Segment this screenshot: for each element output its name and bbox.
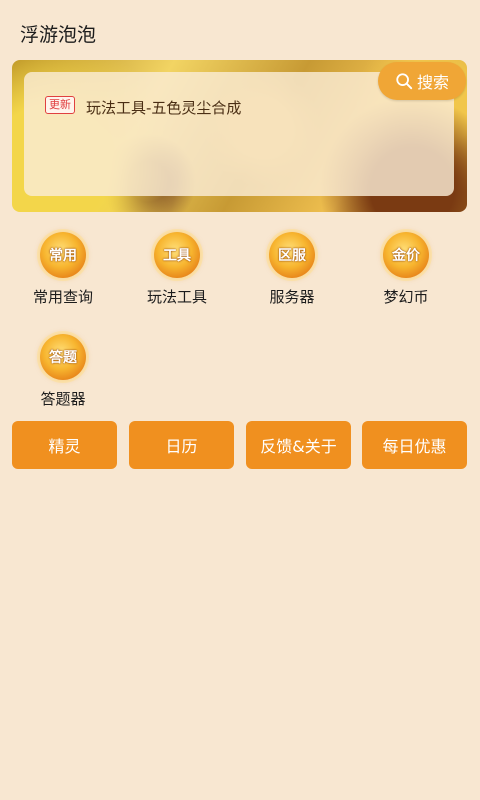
orb-icon: 区服: [269, 232, 315, 278]
grid-item-label: 答题器: [40, 390, 86, 408]
app-title: 浮游泡泡: [20, 24, 97, 46]
grid-icon-text: 常用: [49, 248, 77, 264]
daily-deals-button[interactable]: 每日优惠: [362, 421, 467, 469]
grid-item-server[interactable]: 区服 服务器: [242, 232, 342, 307]
orb-icon: 金价: [383, 232, 429, 278]
search-icon: [396, 73, 413, 90]
grid-item-quiz[interactable]: 答题 答题器: [13, 334, 113, 409]
grid-item-common-query[interactable]: 常用 常用查询: [13, 232, 113, 307]
search-label: 搜索: [416, 73, 449, 92]
grid-item-label: 常用查询: [32, 288, 93, 306]
calendar-button[interactable]: 日历: [129, 421, 234, 469]
orb-icon: 答题: [40, 334, 86, 380]
spirit-button[interactable]: 精灵: [12, 421, 117, 469]
update-badge: 更新: [45, 96, 75, 114]
grid-item-gold-price[interactable]: 金价 梦幻币: [356, 232, 456, 307]
grid-item-label: 梦幻币: [383, 288, 429, 306]
feedback-about-button[interactable]: 反馈&关于: [246, 421, 351, 469]
search-button[interactable]: 搜索: [378, 62, 466, 100]
update-headline[interactable]: 玩法工具-五色灵尘合成: [86, 97, 241, 118]
grid-icon-text: 金价: [392, 248, 420, 264]
grid-icon-text: 区服: [278, 248, 306, 264]
grid-item-label: 玩法工具: [146, 288, 207, 306]
grid-icon-text: 答题: [49, 350, 77, 366]
grid-icon-text: 工具: [163, 248, 191, 264]
grid-item-label: 服务器: [269, 288, 315, 306]
orb-icon: 常用: [40, 232, 86, 278]
grid-item-tools[interactable]: 工具 玩法工具: [127, 232, 227, 307]
orb-icon: 工具: [154, 232, 200, 278]
